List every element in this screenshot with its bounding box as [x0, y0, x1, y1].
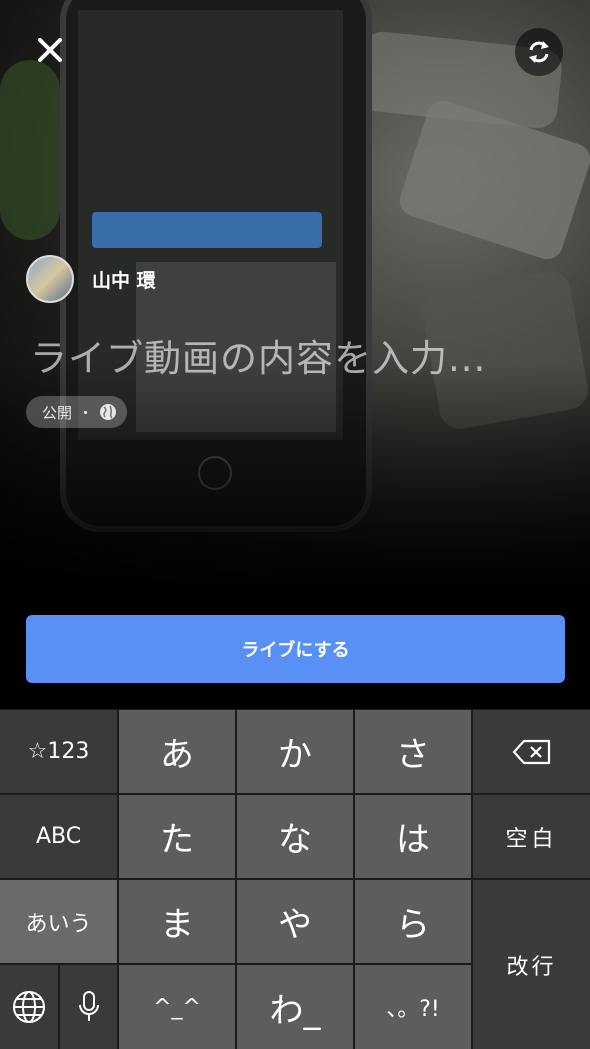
microphone-icon	[78, 991, 99, 1021]
author-header: 山中 環	[26, 255, 156, 303]
avatar	[26, 255, 74, 303]
return-key[interactable]: 改行	[473, 880, 590, 1049]
privacy-selector[interactable]: 公開 ・	[26, 396, 128, 428]
key-ka[interactable]: か	[237, 710, 353, 793]
close-icon	[38, 38, 62, 62]
privacy-separator: ・	[78, 403, 94, 422]
japanese-keyboard: ☆123 あ か さ ABC た な は 空白 あいう ま や ら 改行 ^_^…	[0, 709, 590, 1049]
key-emoticon[interactable]: ^_^	[119, 965, 235, 1049]
backspace-icon	[512, 739, 550, 764]
switch-camera-icon	[529, 41, 549, 63]
key-ra[interactable]: ら	[355, 880, 471, 963]
globe-icon	[13, 991, 45, 1023]
close-button[interactable]	[34, 34, 66, 66]
key-ma[interactable]: ま	[119, 880, 235, 963]
key-ha[interactable]: は	[355, 795, 471, 878]
switch-camera-button[interactable]	[515, 28, 563, 76]
key-sa[interactable]: さ	[355, 710, 471, 793]
key-numbers[interactable]: ☆123	[0, 710, 117, 793]
globe-icon	[100, 404, 117, 420]
privacy-label: 公開	[42, 403, 73, 422]
key-abc[interactable]: ABC	[0, 795, 117, 878]
key-ya[interactable]: や	[237, 880, 353, 963]
key-na[interactable]: な	[237, 795, 353, 878]
space-key[interactable]: 空白	[473, 795, 590, 878]
author-name: 山中 環	[92, 269, 156, 292]
globe-key[interactable]	[0, 965, 58, 1049]
description-input[interactable]: ライブ動画の内容を入力...	[30, 328, 486, 382]
backspace-key[interactable]	[473, 710, 590, 793]
key-punctuation[interactable]: 、。?!	[355, 965, 471, 1049]
go-live-button[interactable]: ライブにする	[26, 615, 565, 683]
key-wa[interactable]: わ_	[237, 965, 353, 1049]
key-hiragana-mode[interactable]: あいう	[0, 880, 117, 963]
microphone-key[interactable]	[60, 965, 117, 1049]
key-a[interactable]: あ	[119, 710, 235, 793]
key-ta[interactable]: た	[119, 795, 235, 878]
